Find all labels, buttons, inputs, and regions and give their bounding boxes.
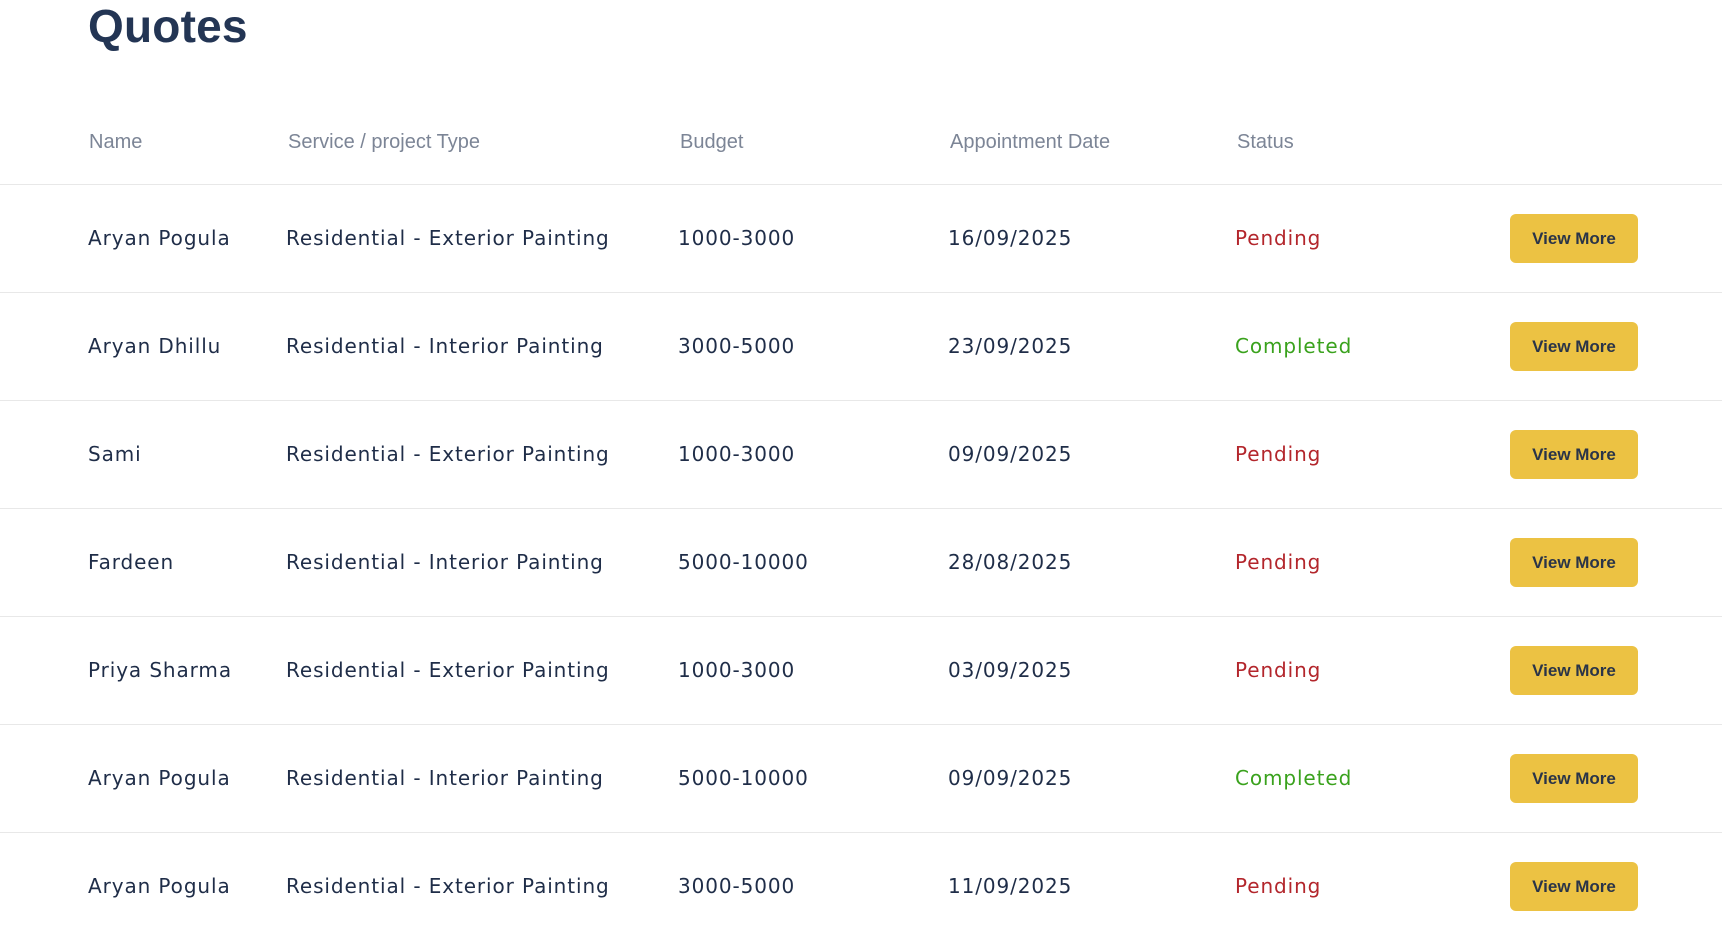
status-badge: Pending — [1235, 874, 1322, 898]
cell-name: Sami — [88, 442, 142, 466]
cell-budget: 5000-10000 — [678, 766, 809, 790]
column-header-service: Service / project Type — [288, 131, 480, 153]
status-badge: Pending — [1235, 550, 1322, 574]
cell-appointment-date: 03/09/2025 — [948, 658, 1073, 682]
cell-budget: 1000-3000 — [678, 658, 796, 682]
table-row: Aryan Pogula Residential - Exterior Pain… — [0, 185, 1722, 293]
quotes-table: Name Service / project Type Budget Appoi… — [0, 98, 1722, 940]
cell-name: Aryan Pogula — [88, 226, 231, 250]
view-more-button[interactable]: View More — [1510, 646, 1638, 695]
status-badge: Pending — [1235, 658, 1322, 682]
status-badge: Completed — [1235, 334, 1353, 358]
view-more-button[interactable]: View More — [1510, 214, 1638, 263]
view-more-button[interactable]: View More — [1510, 754, 1638, 803]
table-header: Name Service / project Type Budget Appoi… — [0, 98, 1722, 185]
view-more-button[interactable]: View More — [1510, 322, 1638, 371]
table-row: Aryan Pogula Residential - Interior Pain… — [0, 725, 1722, 833]
cell-appointment-date: 09/09/2025 — [948, 442, 1073, 466]
cell-budget: 1000-3000 — [678, 442, 796, 466]
cell-service: Residential - Interior Painting — [286, 766, 604, 790]
column-header-appointment-date: Appointment Date — [950, 131, 1111, 153]
cell-name: Aryan Pogula — [88, 874, 231, 898]
view-more-button[interactable]: View More — [1510, 430, 1638, 479]
column-header-name: Name — [89, 131, 143, 153]
table-row: Sami Residential - Exterior Painting 100… — [0, 401, 1722, 509]
cell-name: Priya Sharma — [88, 658, 232, 682]
table-row: Aryan Pogula Residential - Exterior Pain… — [0, 833, 1722, 940]
status-badge: Pending — [1235, 442, 1322, 466]
cell-service: Residential - Exterior Painting — [286, 226, 610, 250]
cell-service: Residential - Exterior Painting — [286, 442, 610, 466]
cell-service: Residential - Interior Painting — [286, 334, 604, 358]
column-header-status: Status — [1237, 131, 1294, 153]
table-row: Aryan Dhillu Residential - Interior Pain… — [0, 293, 1722, 401]
cell-service: Residential - Exterior Painting — [286, 658, 610, 682]
cell-budget: 3000-5000 — [678, 874, 796, 898]
cell-appointment-date: 11/09/2025 — [948, 874, 1073, 898]
cell-budget: 1000-3000 — [678, 226, 796, 250]
cell-budget: 3000-5000 — [678, 334, 796, 358]
cell-appointment-date: 28/08/2025 — [948, 550, 1073, 574]
table-row: Priya Sharma Residential - Exterior Pain… — [0, 617, 1722, 725]
cell-name: Aryan Pogula — [88, 766, 231, 790]
column-header-budget: Budget — [680, 131, 744, 153]
cell-budget: 5000-10000 — [678, 550, 809, 574]
cell-appointment-date: 09/09/2025 — [948, 766, 1073, 790]
cell-name: Fardeen — [88, 550, 175, 574]
cell-service: Residential - Interior Painting — [286, 550, 604, 574]
cell-name: Aryan Dhillu — [88, 334, 222, 358]
page-title: Quotes — [88, 0, 248, 52]
status-badge: Pending — [1235, 226, 1322, 250]
cell-appointment-date: 23/09/2025 — [948, 334, 1073, 358]
cell-service: Residential - Exterior Painting — [286, 874, 610, 898]
cell-appointment-date: 16/09/2025 — [948, 226, 1073, 250]
view-more-button[interactable]: View More — [1510, 538, 1638, 587]
status-badge: Completed — [1235, 766, 1353, 790]
view-more-button[interactable]: View More — [1510, 862, 1638, 911]
table-row: Fardeen Residential - Interior Painting … — [0, 509, 1722, 617]
